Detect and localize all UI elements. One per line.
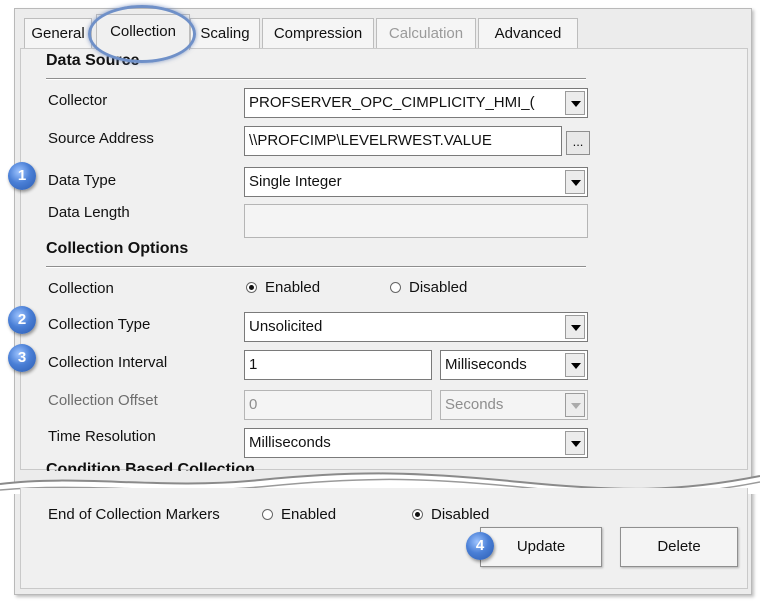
collection-interval-unit-value: Milliseconds — [445, 356, 527, 373]
end-of-collection-markers-label: End of Collection Markers — [48, 506, 220, 523]
divider — [46, 266, 586, 268]
delete-button[interactable]: Delete — [620, 527, 738, 567]
chevron-down-icon[interactable] — [565, 315, 585, 339]
collector-value: PROFSERVER_OPC_CIMPLICITY_HMI_( — [249, 94, 535, 111]
markers-enabled-radio[interactable]: Enabled — [262, 506, 336, 523]
source-address-input[interactable]: \\PROFCIMP\LEVELRWEST.VALUE — [244, 126, 562, 156]
data-type-label: Data Type — [48, 172, 117, 189]
collection-type-value: Unsolicited — [249, 318, 323, 335]
chevron-down-icon[interactable] — [565, 170, 585, 194]
source-address-value: \\PROFCIMP\LEVELRWEST.VALUE — [249, 132, 492, 149]
collection-disabled-radio[interactable]: Disabled — [390, 279, 467, 296]
callout-badge-1: 1 — [8, 162, 36, 190]
tab-advanced[interactable]: Advanced — [478, 18, 578, 48]
radio-unselected-icon — [390, 282, 401, 293]
radio-unselected-icon — [262, 509, 273, 520]
collection-interval-value: 1 — [249, 356, 258, 373]
collector-select[interactable]: PROFSERVER_OPC_CIMPLICITY_HMI_( — [244, 88, 588, 118]
collection-interval-label: Collection Interval — [48, 354, 168, 371]
tab-general[interactable]: General — [24, 18, 92, 48]
tab-calculation: Calculation — [376, 18, 476, 48]
callout-badge-3: 3 — [8, 344, 36, 372]
chevron-down-icon — [565, 393, 585, 417]
data-length-input — [244, 204, 588, 238]
callout-badge-2: 2 — [8, 306, 36, 334]
divider — [46, 78, 586, 80]
radio-selected-icon — [412, 509, 423, 520]
collection-type-label: Collection Type — [48, 316, 151, 333]
collection-label: Collection — [48, 280, 114, 297]
collection-offset-value: 0 — [249, 396, 258, 413]
markers-disabled-radio[interactable]: Disabled — [412, 506, 489, 523]
markers-disabled-label: Disabled — [431, 506, 490, 523]
source-address-label: Source Address — [48, 130, 154, 147]
chevron-down-icon[interactable] — [565, 431, 585, 455]
chevron-down-icon[interactable] — [565, 91, 585, 115]
collector-label: Collector — [48, 92, 108, 109]
callout-badge-4: 4 — [466, 532, 494, 560]
data-length-label: Data Length — [48, 204, 130, 221]
tab-scaling[interactable]: Scaling — [190, 18, 260, 48]
collection-offset-input: 0 — [244, 390, 432, 420]
collection-options-heading: Collection Options — [46, 240, 189, 257]
collection-offset-unit-value: Seconds — [445, 396, 504, 413]
tab-compression[interactable]: Compression — [262, 18, 374, 48]
collection-interval-input[interactable]: 1 — [244, 350, 432, 380]
collection-offset-unit-select: Seconds — [440, 390, 588, 420]
chevron-down-icon[interactable] — [565, 353, 585, 377]
data-type-select[interactable]: Single Integer — [244, 167, 588, 197]
data-type-value: Single Integer — [249, 173, 342, 190]
collection-offset-label: Collection Offset — [48, 392, 158, 409]
time-resolution-value: Milliseconds — [249, 434, 331, 451]
tab-highlight-circle — [88, 5, 196, 63]
collection-type-select[interactable]: Unsolicited — [244, 312, 588, 342]
browse-button[interactable]: ... — [566, 131, 590, 155]
collection-enabled-radio[interactable]: Enabled — [246, 279, 320, 296]
collection-disabled-label: Disabled — [409, 279, 468, 296]
update-button[interactable]: Update — [480, 527, 602, 567]
time-resolution-select[interactable]: Milliseconds — [244, 428, 588, 458]
markers-enabled-label: Enabled — [281, 506, 337, 523]
collection-interval-unit-select[interactable]: Milliseconds — [440, 350, 588, 380]
radio-selected-icon — [246, 282, 257, 293]
time-resolution-label: Time Resolution — [48, 428, 156, 445]
collection-enabled-label: Enabled — [265, 279, 321, 296]
